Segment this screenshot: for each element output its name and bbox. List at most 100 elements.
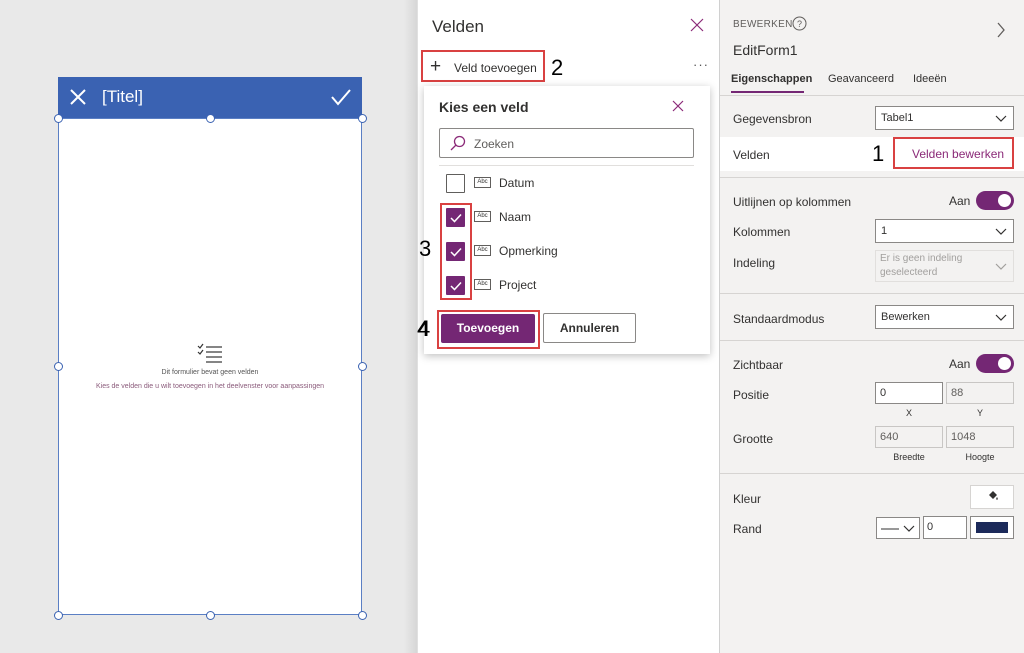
- width-input[interactable]: 640: [875, 426, 943, 448]
- active-tab-indicator: [731, 91, 804, 93]
- control-name: EditForm1: [733, 42, 798, 58]
- field-item-naam[interactable]: Abc Naam: [446, 208, 676, 230]
- help-icon[interactable]: ?: [792, 16, 807, 31]
- search-input[interactable]: Zoeken: [439, 128, 694, 158]
- search-icon: [450, 135, 466, 151]
- columns-value: 1: [881, 225, 888, 237]
- position-x-input[interactable]: 0: [875, 382, 943, 404]
- color-label: Kleur: [733, 492, 762, 506]
- checkbox[interactable]: [446, 174, 465, 193]
- close-icon[interactable]: [672, 100, 684, 112]
- field-name: Datum: [499, 176, 535, 190]
- fields-label: Velden: [733, 148, 770, 162]
- columns-label: Kolommen: [733, 225, 791, 239]
- step-number: 3: [419, 236, 432, 261]
- search-placeholder: Zoeken: [474, 137, 515, 151]
- add-field-button[interactable]: + Veld toevoegen: [421, 50, 545, 82]
- text-field-icon: Abc: [474, 177, 491, 188]
- align-columns-state: Aan: [949, 194, 971, 208]
- chevron-down-icon: [995, 314, 1007, 321]
- text-field-icon: Abc: [474, 279, 491, 290]
- field-name: Naam: [499, 210, 532, 224]
- step-number: 4: [417, 316, 430, 341]
- resize-handle[interactable]: [206, 611, 215, 620]
- resize-handle[interactable]: [54, 611, 63, 620]
- plus-icon: +: [430, 56, 442, 77]
- close-icon[interactable]: [68, 87, 88, 107]
- layout-value: Er is geen indeling geselecteerd: [880, 253, 963, 278]
- visible-toggle[interactable]: [976, 354, 1014, 373]
- divider: [720, 473, 1024, 474]
- visible-state: Aan: [949, 357, 971, 371]
- resize-handle[interactable]: [358, 611, 367, 620]
- close-icon[interactable]: [690, 18, 704, 32]
- field-item-opmerking[interactable]: Abc Opmerking: [446, 242, 676, 264]
- edit-fields-label: Velden bewerken: [912, 147, 1005, 161]
- step-number: 1: [872, 141, 885, 166]
- text-field-icon: Abc: [474, 245, 491, 256]
- divider: [720, 177, 1024, 178]
- tab-ideeen[interactable]: Ideeën: [913, 73, 947, 85]
- paint-bucket-icon: [987, 491, 999, 503]
- resize-handle[interactable]: [54, 114, 63, 123]
- tab-geavanceerd[interactable]: Geavanceerd: [828, 73, 894, 85]
- chevron-down-icon: [995, 263, 1007, 270]
- empty-hint: Kies de velden die u wilt toevoegen in h…: [95, 383, 325, 390]
- svg-text:?: ?: [797, 19, 802, 29]
- empty-message: Dit formulier bevat geen velden: [161, 369, 259, 376]
- align-columns-label: Uitlijnen op kolommen: [733, 195, 852, 209]
- height-input[interactable]: 1048: [946, 426, 1014, 448]
- border-label: Rand: [733, 522, 762, 536]
- panel-eyebrow: BEWERKEN: [733, 19, 793, 30]
- properties-panel: BEWERKEN ? EditForm1 Eigenschappen Geava…: [719, 0, 1024, 653]
- add-button[interactable]: Toevoegen: [441, 314, 535, 343]
- fields-panel-title: Velden: [432, 17, 484, 36]
- field-item-datum[interactable]: Abc Datum: [446, 174, 676, 196]
- add-field-label: Veld toevoegen: [454, 61, 537, 75]
- default-mode-label: Standaardmodus: [733, 312, 825, 326]
- border-color-picker[interactable]: [970, 516, 1014, 539]
- divider: [720, 293, 1024, 294]
- chevron-down-icon: [995, 228, 1007, 235]
- columns-select[interactable]: 1: [875, 219, 1014, 243]
- form-header: [Titel]: [58, 77, 362, 118]
- check-icon[interactable]: [330, 87, 352, 107]
- x-label: X: [905, 408, 912, 418]
- fill-color-picker[interactable]: [970, 485, 1014, 509]
- field-name: Opmerking: [499, 244, 558, 258]
- step-number: 2: [551, 55, 564, 80]
- chevron-down-icon: [995, 115, 1007, 122]
- height-label: Hoogte: [965, 452, 995, 462]
- chevron-right-icon[interactable]: [996, 22, 1006, 38]
- position-y-input[interactable]: 88: [946, 382, 1014, 404]
- datasource-value: Tabel1: [881, 112, 914, 124]
- layout-select: Er is geen indeling geselecteerd: [875, 250, 1014, 282]
- checklist-icon: [197, 343, 222, 363]
- divider: [720, 340, 1024, 341]
- field-name: Project: [499, 278, 537, 292]
- border-style-icon: [881, 525, 915, 532]
- choose-field-popup: Kies een veld Zoeken Abc Datum Abc Naam …: [424, 86, 710, 354]
- border-width-input[interactable]: 0: [923, 516, 967, 539]
- border-style-select[interactable]: [876, 517, 920, 539]
- border-color-swatch: [976, 522, 1008, 533]
- datasource-select[interactable]: Tabel1: [875, 106, 1014, 130]
- edit-form[interactable]: [58, 118, 362, 615]
- cancel-button[interactable]: Annuleren: [543, 313, 636, 343]
- resize-handle[interactable]: [358, 114, 367, 123]
- default-mode-select[interactable]: Bewerken: [875, 305, 1014, 329]
- more-options-icon[interactable]: ···: [693, 57, 709, 72]
- toggle-knob: [998, 357, 1011, 370]
- y-label: Y: [976, 408, 983, 418]
- resize-handle[interactable]: [206, 114, 215, 123]
- position-label: Positie: [733, 388, 770, 402]
- text-field-icon: Abc: [474, 211, 491, 222]
- popup-title: Kies een veld: [439, 99, 529, 115]
- size-label: Grootte: [733, 432, 774, 446]
- tab-eigenschappen[interactable]: Eigenschappen: [731, 73, 812, 85]
- align-columns-toggle[interactable]: [976, 191, 1014, 210]
- default-mode-value: Bewerken: [881, 311, 930, 323]
- field-item-project[interactable]: Abc Project: [446, 276, 676, 298]
- edit-fields-button[interactable]: Velden bewerken: [893, 137, 1014, 169]
- divider: [720, 95, 1024, 96]
